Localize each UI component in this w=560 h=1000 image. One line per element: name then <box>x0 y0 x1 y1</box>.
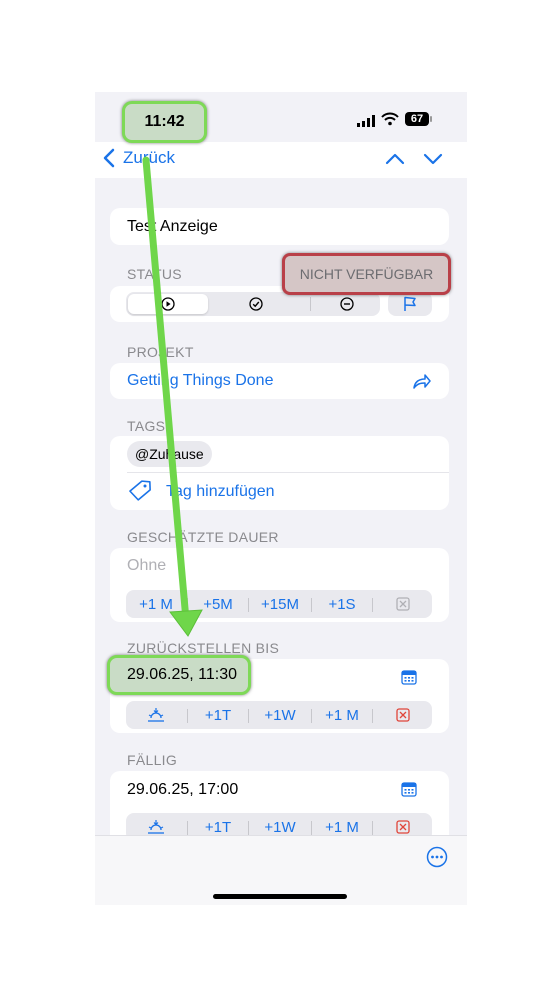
annotation-arrow <box>142 156 203 637</box>
